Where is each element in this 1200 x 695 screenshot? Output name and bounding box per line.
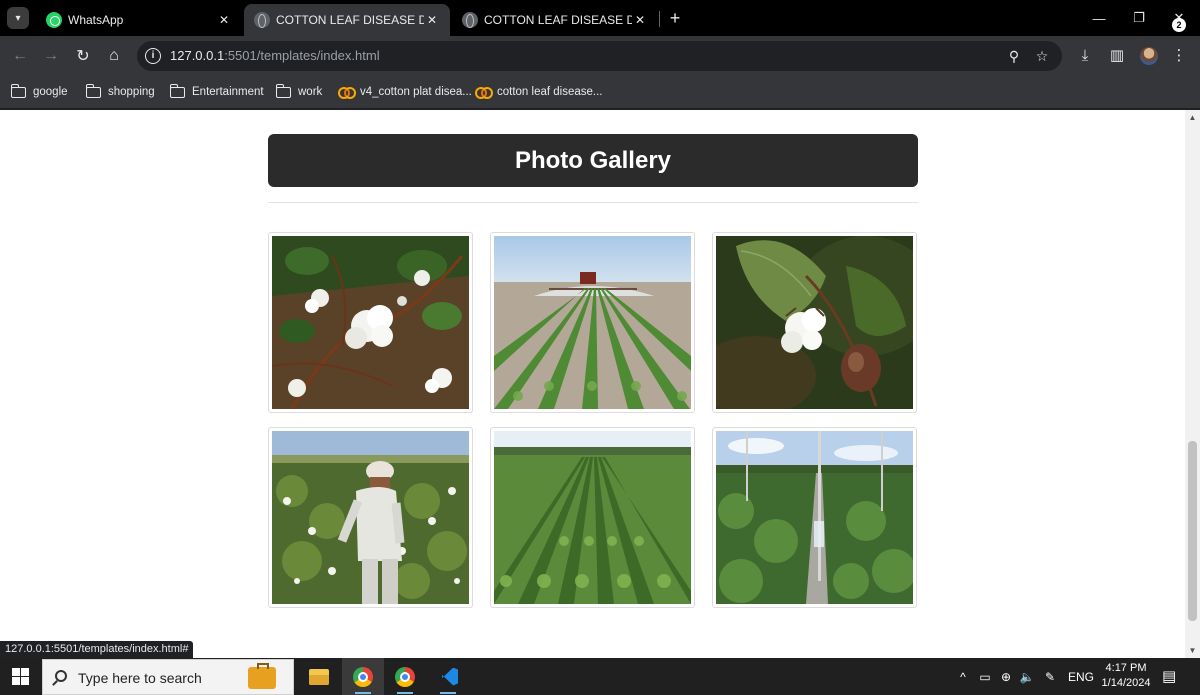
taskbar: Type here to search ^ ▭ ⊕ 🔈 ✎ ENG 4:17 P…	[0, 658, 1200, 695]
irrigation-photo	[716, 431, 913, 604]
scroll-up-icon[interactable]: ▲	[1188, 113, 1197, 122]
forward-icon[interactable]: →	[39, 44, 63, 68]
gallery-photo-4[interactable]	[268, 427, 473, 608]
bookmarks-bar: google shopping Entertainment work v4_co…	[0, 76, 1200, 109]
tab-whatsapp[interactable]: WhatsApp ✕	[36, 4, 242, 36]
new-tab-icon[interactable]: +	[665, 8, 685, 28]
gallery-photo-2[interactable]	[490, 232, 695, 413]
cotton-boll-photo	[272, 236, 469, 409]
scroll-down-icon[interactable]: ▼	[1188, 646, 1197, 655]
bookmark-shopping[interactable]: shopping	[85, 83, 155, 101]
whatsapp-icon	[46, 12, 62, 28]
tab-cotton[interactable]: COTTON LEAF DISEASE DETECT ✕	[452, 4, 658, 36]
gallery-photo-1[interactable]	[268, 232, 473, 413]
bookmark-entertainment[interactable]: Entertainment	[169, 83, 264, 101]
minimize-icon[interactable]: —	[1078, 0, 1120, 36]
gallery-photo-6[interactable]	[712, 427, 917, 608]
clock-time: 4:17 PM	[1105, 662, 1147, 674]
screen: ▾ WhatsApp ✕ COTTON LEAF DISEASE DETECT …	[0, 0, 1200, 695]
gallery-photo-5[interactable]	[490, 427, 695, 608]
bookmark-colab-cotton[interactable]: cotton leaf disease...	[475, 83, 602, 101]
tractor-spray-photo	[494, 236, 691, 409]
close-icon[interactable]: ✕	[632, 12, 648, 28]
scrollbar-thumb[interactable]	[1188, 441, 1197, 621]
tray-overflow-icon[interactable]: ^	[955, 658, 971, 695]
tab-cotton-active[interactable]: COTTON LEAF DISEASE DETECT ✕	[244, 4, 450, 36]
search-placeholder: Type here to search	[78, 670, 202, 686]
page-title: Photo Gallery	[514, 146, 672, 174]
home-icon[interactable]: ⌂	[102, 44, 126, 68]
bookmark-google[interactable]: google	[10, 83, 68, 101]
site-info-icon[interactable]: i	[145, 48, 161, 64]
cotton-closeup-photo	[716, 236, 913, 409]
profile-avatar[interactable]	[1140, 47, 1158, 65]
network-icon[interactable]: ⊕	[998, 658, 1014, 695]
vscode-app[interactable]	[427, 658, 469, 695]
folder-icon	[10, 83, 26, 98]
notification-badge: 2	[1172, 18, 1186, 32]
taskbar-search[interactable]: Type here to search	[42, 659, 294, 695]
farmer-photo	[272, 431, 469, 604]
gallery-photo-3[interactable]	[712, 232, 917, 413]
close-icon[interactable]: ✕	[424, 12, 440, 28]
tab-title: WhatsApp	[68, 13, 124, 27]
chrome-icon	[353, 666, 373, 687]
gallery-header: Photo Gallery	[268, 134, 918, 187]
tab-title: COTTON LEAF DISEASE DETECT	[484, 13, 632, 27]
globe-icon	[462, 12, 478, 28]
file-explorer-app[interactable]	[298, 658, 340, 695]
close-icon[interactable]: ✕	[216, 12, 232, 28]
crop-rows-photo	[494, 431, 691, 604]
vscode-icon	[438, 667, 458, 687]
folder-icon	[85, 83, 101, 98]
tab-separator	[659, 11, 660, 27]
chrome-app[interactable]	[384, 658, 426, 695]
folder-icon	[275, 83, 291, 98]
address-bar[interactable]: i 127.0.0.1:5501/templates/index.html ⚲ …	[137, 41, 1062, 71]
bookmark-colab-v4[interactable]: v4_cotton plat disea...	[338, 83, 472, 101]
volume-icon[interactable]: 🔈	[1019, 658, 1035, 695]
divider	[268, 202, 918, 203]
colab-icon	[338, 87, 356, 99]
chrome-app-active[interactable]	[342, 658, 384, 695]
side-panel-icon[interactable]: ▥	[1106, 45, 1128, 67]
download-icon[interactable]: ⤓	[1074, 45, 1096, 67]
bookmark-star-icon[interactable]: ☆	[1033, 47, 1051, 65]
page-scrollbar[interactable]: ▲ ▼	[1185, 110, 1200, 658]
clock-date: 1/14/2024	[1101, 677, 1151, 689]
address-url: 127.0.0.1:5501/templates/index.html	[170, 48, 380, 63]
pen-icon[interactable]: ✎	[1042, 658, 1058, 695]
tab-title: COTTON LEAF DISEASE DETECT	[276, 13, 424, 27]
colab-icon	[475, 87, 493, 99]
back-icon[interactable]: ←	[8, 44, 32, 68]
file-explorer-icon	[309, 668, 329, 685]
clock[interactable]: 4:17 PM 1/14/2024	[1098, 661, 1154, 691]
zoom-icon[interactable]: ⚲	[1005, 47, 1023, 65]
battery-icon[interactable]: ▭	[977, 658, 993, 695]
restore-icon[interactable]: ❐	[1118, 0, 1160, 36]
tab-search-icon[interactable]: ▾	[7, 7, 29, 29]
globe-icon	[254, 12, 270, 28]
tab-strip: ▾ WhatsApp ✕ COTTON LEAF DISEASE DETECT …	[0, 0, 1200, 36]
link-status-bubble: 127.0.0.1:5501/templates/index.html#	[0, 641, 194, 658]
browser-toolbar: ← → ↻ ⌂ i 127.0.0.1:5501/templates/index…	[0, 36, 1200, 76]
chrome-icon	[395, 666, 415, 687]
search-icon	[55, 670, 67, 682]
notifications-icon[interactable]: ▤	[1162, 667, 1182, 685]
menu-icon[interactable]: ⋮	[1168, 45, 1190, 67]
folder-icon	[169, 83, 185, 98]
windows-start-icon[interactable]	[12, 668, 29, 685]
search-highlight-icon	[248, 663, 276, 689]
bookmark-work[interactable]: work	[275, 83, 322, 101]
page-viewport: Photo Gallery	[0, 110, 1185, 658]
language-indicator[interactable]: ENG	[1068, 658, 1094, 695]
reload-icon[interactable]: ↻	[71, 44, 95, 68]
